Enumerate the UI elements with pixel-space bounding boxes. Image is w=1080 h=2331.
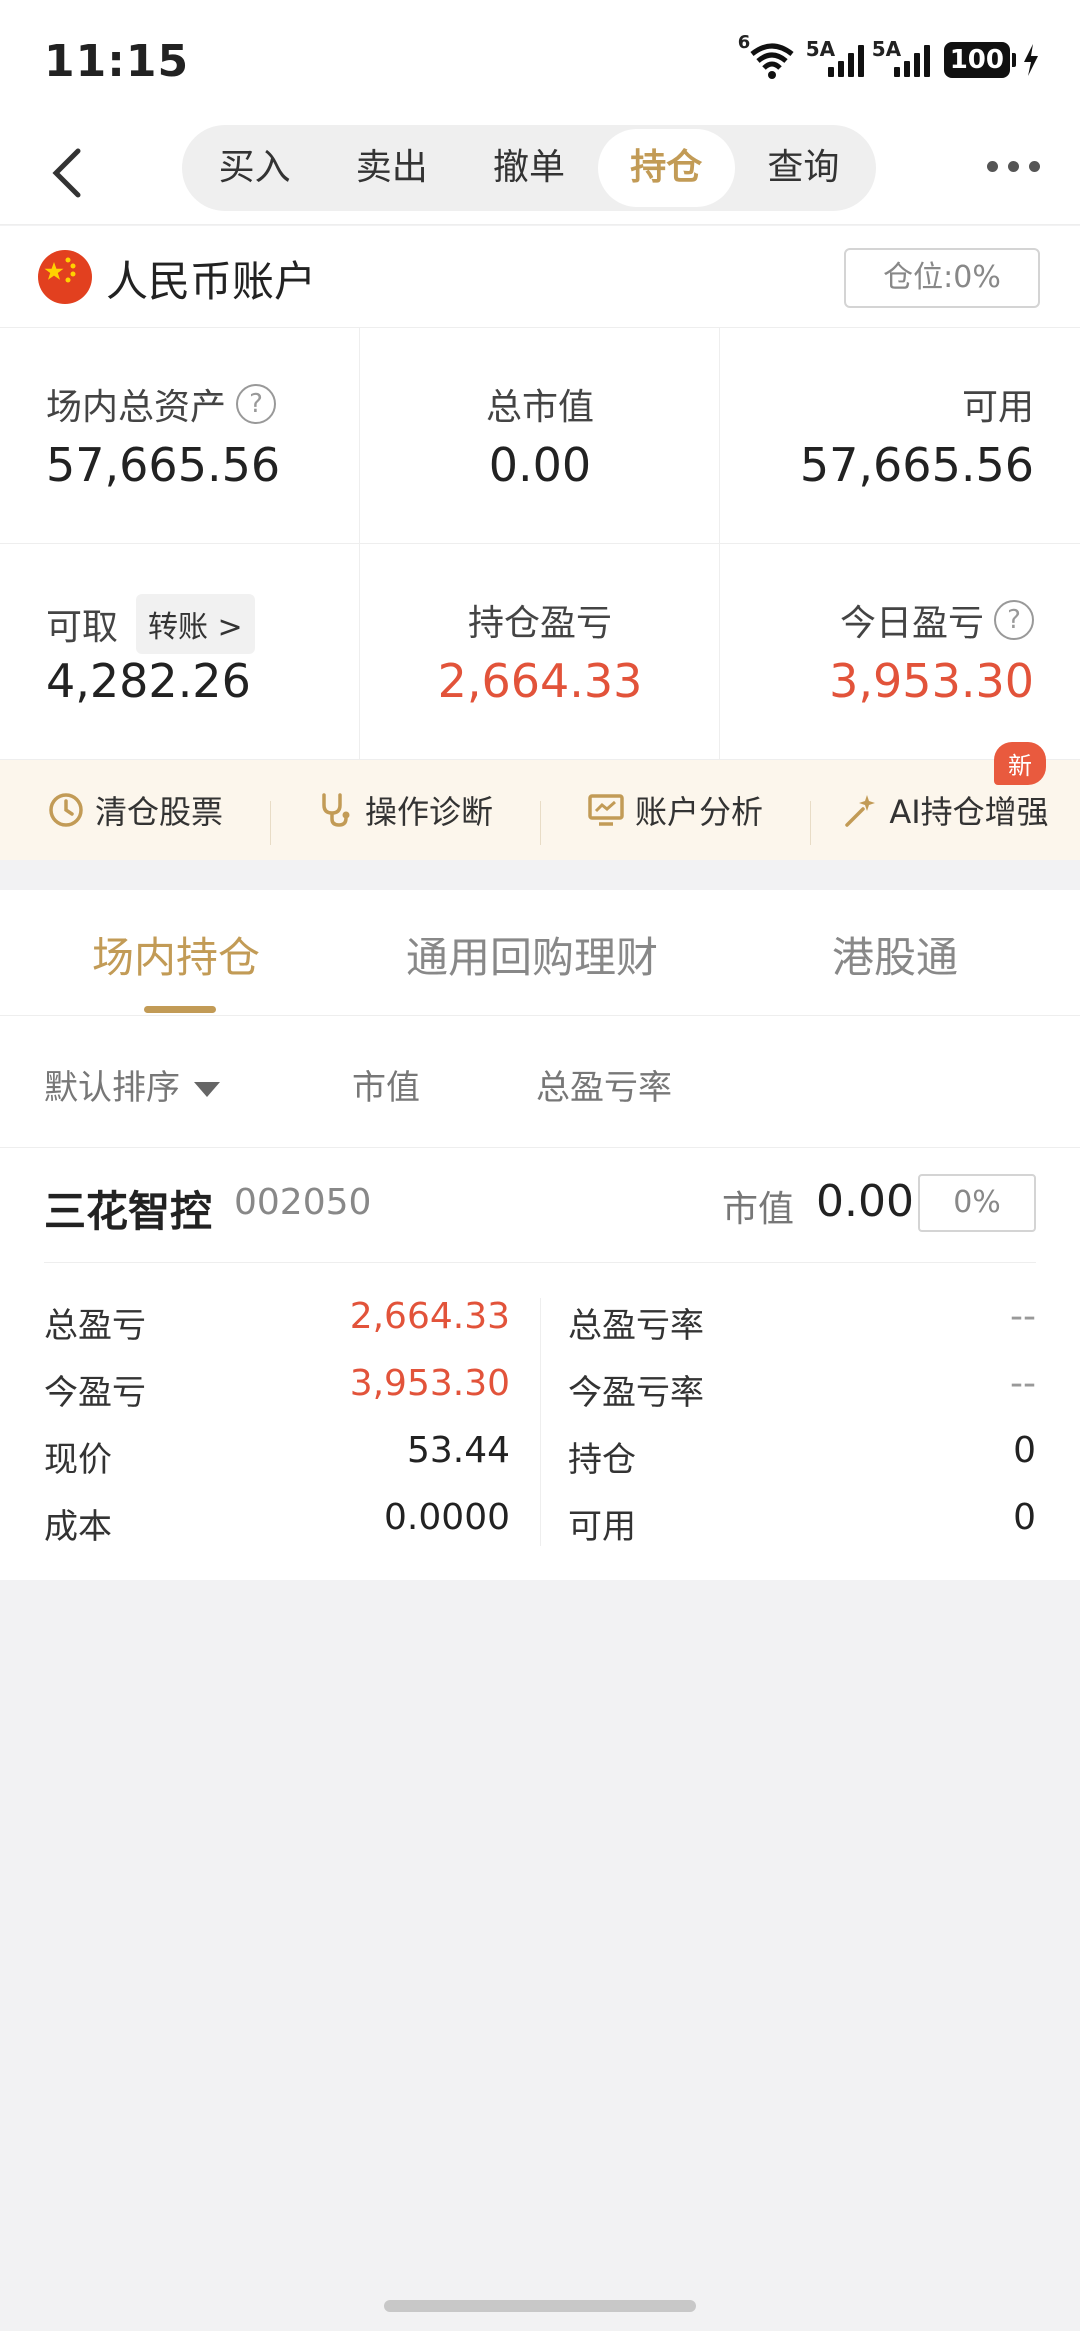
section-tabs: 场内持仓 通用回购理财 港股通 xyxy=(0,890,1080,1016)
available-value: 57,665.56 xyxy=(799,438,1034,492)
default-sort-label: 默认排序 xyxy=(44,1068,180,1108)
wifi-icon: 6 xyxy=(738,32,798,80)
withdrawable-label: 可取 xyxy=(46,607,119,648)
help-icon[interactable]: ? xyxy=(236,384,277,424)
stock-name: 三花智控 xyxy=(44,1187,213,1236)
tab-buy[interactable]: 买入 xyxy=(186,129,323,207)
current-price-label: 现价 xyxy=(44,1440,112,1480)
available-label: 可用 xyxy=(961,387,1034,428)
current-price-value: 53.44 xyxy=(406,1430,510,1471)
withdrawable-cell: 可取 转账 > 4,282.26 xyxy=(0,544,360,760)
tool-bar: 清仓股票 操作诊断 账户分析 AI持仓增强 xyxy=(0,760,1080,860)
stethoscope-icon xyxy=(322,793,350,827)
new-badge: 新 xyxy=(994,742,1046,785)
active-tab-indicator xyxy=(144,1006,216,1013)
trade-tabs: 买入 卖出 撤单 持仓 查询 xyxy=(182,125,876,211)
back-button[interactable] xyxy=(44,143,94,203)
clock-icon xyxy=(49,793,83,827)
signal-label-2: 5A xyxy=(871,37,902,61)
holding-pl-cell: 持仓盈亏 2,664.33 xyxy=(360,544,720,760)
account-analysis-label: 账户分析 xyxy=(634,793,763,831)
total-assets-label: 场内总资产 xyxy=(46,387,227,428)
battery-level: 100 xyxy=(943,42,1010,78)
signal-icon: 5A xyxy=(806,37,864,77)
sort-pl-rate[interactable]: 总盈亏率 xyxy=(536,1060,672,1109)
sparkle-wand-icon xyxy=(845,795,876,827)
clear-stocks-button[interactable]: 清仓股票 xyxy=(0,787,270,833)
battery-icon: 100 xyxy=(943,42,1040,78)
status-bar: 11:15 6 5A 5A 100 xyxy=(0,0,1080,125)
wifi-generation: 6 xyxy=(737,32,751,53)
cost-value: 0.0000 xyxy=(384,1497,510,1538)
market-value-label: 总市值 xyxy=(485,387,594,428)
top-nav: 买入 卖出 撤单 持仓 查询 xyxy=(0,125,1080,225)
account-analysis-button[interactable]: 账户分析 xyxy=(540,787,810,845)
divider xyxy=(540,1298,541,1546)
today-pl-label: 今日盈亏 xyxy=(839,603,984,644)
sort-bar: 默认排序 市值 总盈亏率 xyxy=(0,1016,1080,1148)
tab-positions[interactable]: 持仓 xyxy=(597,129,735,207)
sort-market-value[interactable]: 市值 xyxy=(352,1060,420,1109)
today-pl-value: 3,953.30 xyxy=(349,1363,510,1404)
today-pl-value: 3,953.30 xyxy=(829,654,1034,708)
chevron-left-icon xyxy=(52,148,81,198)
diagnosis-button[interactable]: 操作诊断 xyxy=(270,787,540,845)
today-pl-rate-label: 今盈亏率 xyxy=(568,1373,704,1413)
transfer-button[interactable]: 转账 > xyxy=(136,594,255,654)
account-name: 人民币账户 xyxy=(106,257,317,306)
holding-qty-label: 持仓 xyxy=(568,1440,636,1480)
holding-qty-value: 0 xyxy=(1013,1430,1036,1471)
monitor-chart-icon xyxy=(588,794,624,826)
withdrawable-value: 4,282.26 xyxy=(46,654,251,708)
cny-flag-icon xyxy=(38,250,92,304)
position-ratio-button[interactable]: 仓位:0% xyxy=(844,248,1040,308)
divider xyxy=(44,1262,1036,1263)
tab-cancel[interactable]: 撤单 xyxy=(460,129,597,207)
cost-label: 成本 xyxy=(44,1507,112,1547)
today-pl-cell: 今日盈亏? 3,953.30 xyxy=(720,544,1080,760)
home-indicator[interactable] xyxy=(384,2300,696,2312)
stock-code: 002050 xyxy=(234,1182,372,1223)
market-value: 0.00 xyxy=(816,1176,914,1227)
ai-position-label: AI持仓增强 xyxy=(889,793,1049,831)
total-pl-rate-value: -- xyxy=(1010,1296,1036,1337)
more-icon[interactable] xyxy=(987,161,1040,172)
tab-sell[interactable]: 卖出 xyxy=(323,129,460,207)
status-icons: 6 5A 5A 100 xyxy=(738,32,1040,80)
tab-exchange-holdings[interactable]: 场内持仓 xyxy=(92,924,260,985)
available-qty-label: 可用 xyxy=(568,1507,636,1547)
total-assets-cell: 场内总资产? 57,665.56 xyxy=(0,328,360,544)
today-pl-rate-value: -- xyxy=(1010,1363,1036,1404)
clear-stocks-label: 清仓股票 xyxy=(94,793,223,831)
available-cell: 可用 57,665.56 xyxy=(720,328,1080,544)
total-assets-value: 57,665.56 xyxy=(46,438,281,492)
tab-repo-finance[interactable]: 通用回购理财 xyxy=(406,924,658,985)
today-pl-label: 今盈亏 xyxy=(44,1373,146,1413)
signal-label: 5A xyxy=(805,37,836,61)
tab-query[interactable]: 查询 xyxy=(735,129,872,207)
help-icon[interactable]: ? xyxy=(994,600,1034,640)
market-value-cell: 总市值 0.00 xyxy=(360,328,720,544)
holding-card[interactable]: 三花智控 002050 市值 0.00 0% 总盈亏 2,664.33 今盈亏 … xyxy=(0,1148,1080,1580)
total-pl-value: 2,664.33 xyxy=(349,1296,510,1337)
position-pct-badge: 0% xyxy=(918,1174,1036,1232)
tab-hk-connect[interactable]: 港股通 xyxy=(832,924,958,985)
default-sort-dropdown[interactable]: 默认排序 xyxy=(44,1060,220,1109)
account-header: 人民币账户 仓位:0% xyxy=(0,226,1080,328)
holding-pl-label: 持仓盈亏 xyxy=(467,603,612,644)
signal-icon-2: 5A xyxy=(872,37,930,77)
total-pl-rate-label: 总盈亏率 xyxy=(568,1306,704,1346)
total-pl-label: 总盈亏 xyxy=(44,1306,146,1346)
ai-position-button[interactable]: AI持仓增强 xyxy=(810,787,1080,845)
market-value-value: 0.00 xyxy=(488,438,592,492)
asset-summary: 场内总资产? 57,665.56 总市值 0.00 可用 57,665.56 可… xyxy=(0,328,1080,760)
available-qty-value: 0 xyxy=(1013,1497,1036,1538)
holding-pl-value: 2,664.33 xyxy=(437,654,643,708)
diagnosis-label: 操作诊断 xyxy=(364,793,493,831)
market-value-label: 市值 xyxy=(722,1189,795,1230)
caret-down-icon xyxy=(194,1082,220,1097)
clock: 11:15 xyxy=(44,36,190,87)
